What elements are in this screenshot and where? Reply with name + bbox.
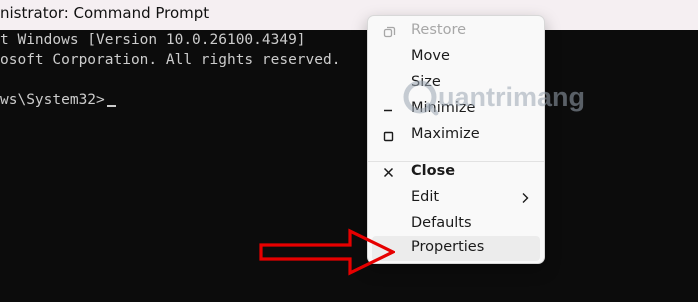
menu-item-move[interactable]: Move — [372, 45, 540, 70]
text-cursor — [106, 105, 116, 107]
title-bar[interactable]: nistrator: Command Prompt — [0, 0, 698, 30]
menu-item-label: Defaults — [411, 215, 472, 231]
console-prompt: ws\System32> — [0, 92, 105, 108]
maximize-icon — [380, 126, 400, 146]
menu-item-label: Maximize — [411, 126, 480, 142]
menu-item-maximize[interactable]: Maximize — [372, 123, 540, 148]
menu-item-size[interactable]: Size — [372, 71, 540, 96]
menu-item-close[interactable]: Close — [372, 160, 540, 185]
menu-item-label: Move — [411, 48, 450, 64]
menu-item-minimize[interactable]: Minimize — [372, 97, 540, 122]
menu-item-defaults[interactable]: Defaults — [372, 212, 540, 237]
console-line: t Windows [Version 10.0.26100.4349] — [0, 32, 306, 48]
menu-item-label: Edit — [411, 189, 440, 205]
console-line: osoft Corporation. All rights reserved. — [0, 52, 341, 68]
window-title: nistrator: Command Prompt — [0, 4, 210, 22]
menu-item-properties[interactable]: Properties — [372, 236, 540, 261]
close-icon — [380, 163, 400, 183]
red-arrow-annotation — [259, 228, 395, 276]
menu-item-label: Size — [411, 74, 441, 90]
console-prompt-line: ws\System32> — [0, 92, 116, 108]
menu-item-label: Properties — [411, 239, 485, 255]
chevron-right-icon — [520, 191, 530, 205]
menu-item-label: Close — [411, 163, 456, 179]
menu-item-label: Restore — [411, 22, 467, 38]
restore-icon — [380, 22, 400, 42]
menu-item-restore[interactable]: Restore — [372, 19, 540, 44]
minimize-icon — [380, 100, 400, 120]
menu-item-edit[interactable]: Edit — [372, 186, 540, 211]
menu-item-label: Minimize — [411, 100, 476, 116]
